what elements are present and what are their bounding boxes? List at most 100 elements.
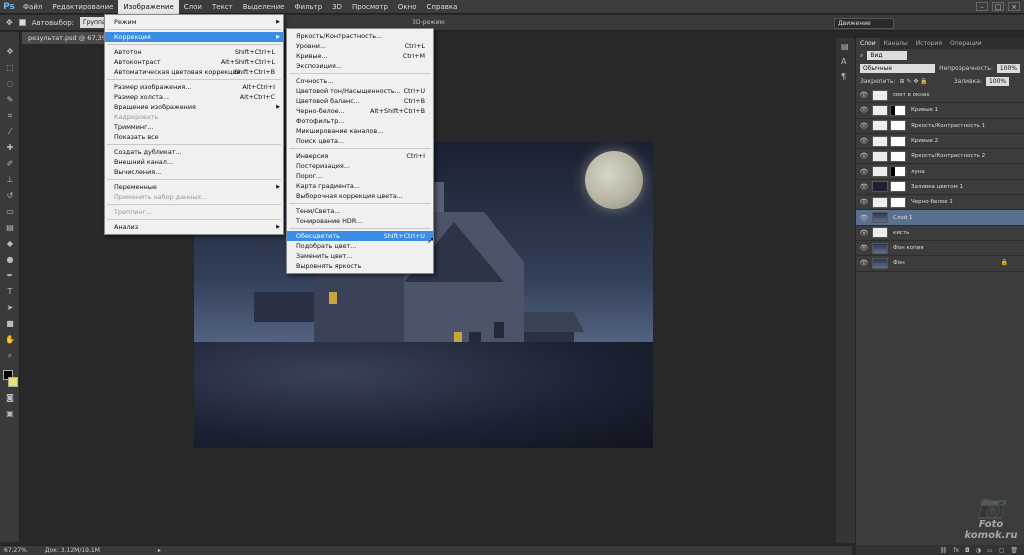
menu-item[interactable]: Автоматическая цветовая коррекция Shift+C… (105, 67, 283, 77)
menu-item[interactable]: Выровнять яркость (287, 261, 433, 271)
layer-name[interactable]: Кривые 1 (911, 107, 938, 113)
move-tool-icon[interactable]: ✥ (3, 46, 17, 58)
mask-icon[interactable]: ◘ (965, 547, 970, 554)
visibility-eye-icon[interactable]: 👁 (859, 198, 869, 206)
menu-item[interactable]: Цветовой тон/Насыщенность... Ctrl+U (287, 86, 433, 96)
brush-tool-icon[interactable]: ✐ (3, 158, 17, 170)
path-select-tool-icon[interactable]: ➤ (3, 302, 17, 314)
menu-item[interactable]: Подобрать цвет... (287, 241, 433, 251)
blend-mode-select[interactable]: Обычные (860, 64, 936, 73)
marquee-tool-icon[interactable]: ⬚ (3, 62, 17, 74)
menu-item[interactable]: Переменные ▶ (105, 182, 283, 192)
zoom-level[interactable]: 67,27% (4, 547, 27, 554)
visibility-eye-icon[interactable]: 👁 (859, 137, 869, 145)
layer-thumbnail[interactable] (872, 227, 888, 239)
eyedropper-tool-icon[interactable]: ⁄ (3, 126, 17, 138)
layer-mask-thumbnail[interactable] (890, 196, 906, 208)
stamp-tool-icon[interactable]: ⊥ (3, 174, 17, 186)
panel-tab-0[interactable]: Слои (856, 38, 880, 49)
layer-name[interactable]: Яркость/Контрастность 1 (911, 123, 985, 129)
layer-thumbnail[interactable] (872, 242, 888, 254)
menu-7[interactable]: 3D (327, 0, 347, 14)
layer-mask-thumbnail[interactable] (890, 150, 906, 162)
layer-thumbnail[interactable] (872, 135, 888, 147)
menu-item[interactable]: Показать все (105, 132, 283, 142)
menu-item[interactable]: Карта градиента... (287, 181, 433, 191)
layer-thumbnail[interactable] (872, 120, 888, 132)
menu-item[interactable]: Выборочная коррекция цвета... (287, 191, 433, 201)
lock-icons[interactable]: ⊞ ✎ ✥ 🔒 (900, 78, 928, 85)
visibility-eye-icon[interactable]: 👁 (859, 152, 869, 160)
menu-4[interactable]: Текст (207, 0, 238, 14)
close-icon[interactable]: × (1008, 2, 1020, 11)
layer-row[interactable]: 👁 кисть (856, 226, 1024, 241)
layer-mask-thumbnail[interactable] (890, 166, 906, 178)
maximize-icon[interactable]: □ (992, 2, 1004, 11)
layer-name[interactable]: Заливка цветом 1 (911, 184, 963, 190)
layer-thumbnail[interactable] (872, 104, 888, 116)
layer-name[interactable]: Слой 1 (893, 215, 913, 221)
menu-item[interactable]: Создать дубликат... (105, 147, 283, 157)
type-tool-icon[interactable]: T (3, 286, 17, 298)
menu-item[interactable]: Внешний канал... (105, 157, 283, 167)
menu-item[interactable]: Цветовой баланс... Ctrl+B (287, 96, 433, 106)
layer-thumbnail[interactable] (872, 212, 888, 224)
layer-name[interactable]: Фон копия (893, 245, 924, 251)
menu-item[interactable]: Черно-белое... Alt+Shift+Ctrl+B (287, 106, 433, 116)
menu-item[interactable]: Заменить цвет... (287, 251, 433, 261)
menu-5[interactable]: Выделение (238, 0, 290, 14)
layer-name[interactable]: свет в окнах (893, 92, 930, 98)
layer-name[interactable]: Черно-белое 1 (911, 199, 953, 205)
panel-tab-1[interactable]: Каналы (880, 38, 912, 49)
paragraph-panel-icon[interactable]: ¶ (841, 72, 855, 81)
minimize-icon[interactable]: – (976, 2, 988, 11)
menu-6[interactable]: Фильтр (289, 0, 327, 14)
visibility-eye-icon[interactable]: 👁 (859, 214, 869, 222)
layer-thumbnail[interactable] (872, 257, 888, 269)
panel-tab-3[interactable]: Операции (946, 38, 986, 49)
layer-row[interactable]: 👁 Черно-белое 1 (856, 195, 1024, 211)
layer-row[interactable]: 👁 луна (856, 164, 1024, 180)
new-layer-icon[interactable]: ▢ (999, 547, 1005, 554)
history-panel-icon[interactable]: ▤ (841, 42, 855, 51)
layer-thumbnail[interactable] (872, 89, 888, 101)
layer-name[interactable]: кисть (893, 230, 909, 236)
layer-name[interactable]: Кривые 2 (911, 138, 938, 144)
menu-10[interactable]: Справка (422, 0, 463, 14)
layer-thumbnail[interactable] (872, 181, 888, 193)
visibility-eye-icon[interactable]: 👁 (859, 183, 869, 191)
pen-tool-icon[interactable]: ✒ (3, 270, 17, 282)
menu-item[interactable]: Постеризация... (287, 161, 433, 171)
menu-item[interactable]: Кривые... Ctrl+M (287, 51, 433, 61)
properties-panel-icon[interactable]: A (841, 57, 855, 66)
layer-row[interactable]: 👁 Яркость/Контрастность 2 (856, 149, 1024, 165)
opacity-input[interactable]: 100% (996, 64, 1020, 73)
visibility-eye-icon[interactable]: 👁 (859, 106, 869, 114)
layer-mask-thumbnail[interactable] (890, 135, 906, 147)
crop-tool-icon[interactable]: ⌗ (3, 110, 17, 122)
eraser-tool-icon[interactable]: ▭ (3, 206, 17, 218)
quick-mask-icon[interactable]: ◙ (3, 392, 17, 404)
layer-row[interactable]: 👁 Яркость/Контрастность 1 (856, 119, 1024, 134)
panel-tab-2[interactable]: История (912, 38, 946, 49)
menu-item[interactable]: Фотофильтр... (287, 116, 433, 126)
folder-icon[interactable]: ▭ (987, 547, 993, 554)
move-tool-icon[interactable]: ✥ (6, 18, 13, 27)
menu-item[interactable]: Тримминг... (105, 122, 283, 132)
menu-item[interactable]: Вычисления... (105, 167, 283, 177)
layer-mask-thumbnail[interactable] (890, 120, 906, 132)
menu-item[interactable]: Яркость/Контрастность... (287, 31, 433, 41)
menu-2[interactable]: Изображение (118, 0, 179, 14)
menu-item[interactable]: Вращение изображения ▶ (105, 102, 283, 112)
fx-icon[interactable]: fx (953, 547, 959, 554)
visibility-eye-icon[interactable]: 👁 (859, 244, 869, 252)
layer-mask-thumbnail[interactable] (890, 104, 906, 116)
menu-item[interactable]: Размер изображения... Alt+Ctrl+I (105, 82, 283, 92)
layer-name[interactable]: луна (911, 169, 925, 175)
menu-8[interactable]: Просмотр (347, 0, 393, 14)
layer-row[interactable]: 👁 Кривые 2 (856, 134, 1024, 150)
layer-thumbnail[interactable] (872, 150, 888, 162)
blur-tool-icon[interactable]: ◆ (3, 238, 17, 250)
layer-row[interactable]: 👁 Заливка цветом 1 (856, 180, 1024, 196)
menu-item[interactable]: Сочность... (287, 76, 433, 86)
